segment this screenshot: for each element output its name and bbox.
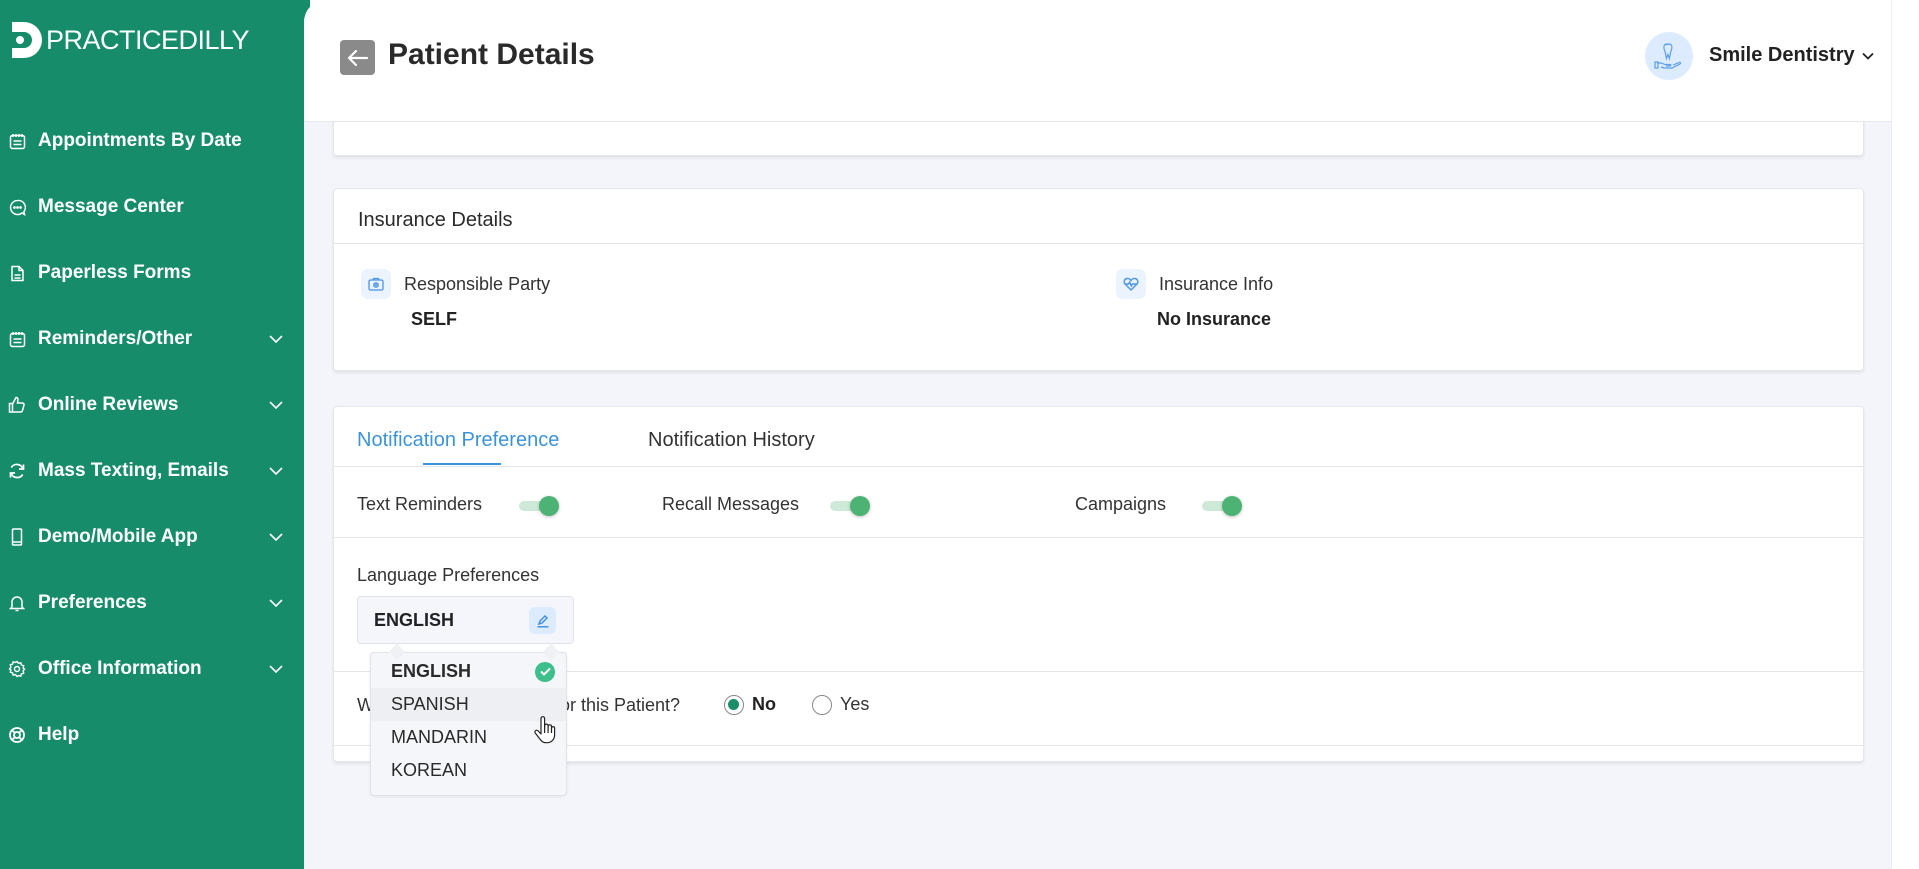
logo-mark-icon [12, 22, 42, 58]
pencil-icon [537, 614, 548, 628]
text-reminders-toggle[interactable] [519, 495, 561, 517]
avatar[interactable] [1645, 32, 1693, 80]
chevron-down-icon[interactable] [268, 661, 284, 677]
edit-language-button[interactable] [529, 607, 556, 634]
sidebar-item-label: Message Center [38, 196, 184, 217]
toggle-knob [850, 496, 870, 516]
lifebuoy-icon [8, 726, 26, 744]
chevron-down-icon[interactable] [268, 595, 284, 611]
radio-yes[interactable]: Yes [812, 694, 869, 715]
sidebar-item-office-information[interactable]: Office Information [0, 649, 304, 689]
sidebar-item-paperless-forms[interactable]: Paperless Forms [0, 253, 304, 293]
logo-text: PRACTICEDILLY [46, 24, 250, 55]
sidebar-item-demo-mobile-app[interactable]: Demo/Mobile App [0, 517, 304, 557]
sidebar-item-online-reviews[interactable]: Online Reviews [0, 385, 304, 425]
option-label: ENGLISH [391, 661, 472, 681]
recall-messages-toggle[interactable] [830, 495, 872, 517]
practicedilly-logo[interactable]: PRACTICEDILLY [10, 18, 250, 62]
chevron-down-icon[interactable] [268, 529, 284, 545]
back-button[interactable] [340, 40, 375, 75]
tooth-in-hand-icon [1654, 43, 1682, 69]
document-icon [8, 264, 26, 282]
sidebar-item-label: Office Information [38, 658, 202, 679]
chevron-down-icon[interactable] [268, 463, 284, 479]
insurance-details-title: Insurance Details [358, 209, 513, 231]
sidebar-item-message-center[interactable]: Message Center [0, 187, 304, 227]
toggle-knob [1222, 496, 1242, 516]
language-option-english[interactable]: ENGLISH [371, 655, 566, 688]
radio-circle[interactable] [812, 694, 832, 715]
radio-yes-label: Yes [840, 694, 870, 714]
calendar-icon [8, 330, 26, 348]
recall-messages-label: Recall Messages [662, 494, 800, 514]
sidebar: PRACTICEDILLY Appointments By Date Messa… [0, 0, 310, 869]
active-tab-indicator [423, 463, 501, 465]
sidebar-item-appointments-by-date[interactable]: Appointments By Date [0, 121, 304, 161]
campaigns-toggle[interactable] [1202, 495, 1244, 517]
insurance-info-value: No Insurance [1157, 309, 1272, 329]
sidebar-item-reminders-other[interactable]: Reminders/Other [0, 319, 304, 359]
responsible-party-label: Responsible Party [404, 274, 551, 294]
insurance-info-label: Insurance Info [1159, 274, 1274, 294]
text-reminders-label: Text Reminders [357, 494, 483, 514]
chevron-down-icon[interactable] [268, 397, 284, 413]
page-title: Patient Details [388, 38, 595, 71]
thumbs-up-icon [8, 396, 26, 414]
sidebar-item-label: Help [38, 724, 80, 745]
sidebar-item-label: Appointments By Date [38, 130, 242, 151]
check-circle-icon [535, 661, 555, 682]
sidebar-item-label: Preferences [38, 592, 147, 613]
calendar-icon [8, 132, 26, 150]
heart-pulse-icon [1116, 269, 1146, 299]
mobile-icon [8, 528, 26, 546]
tab-notification-preference[interactable]: Notification Preference [357, 429, 559, 452]
gear-icon [8, 660, 26, 678]
insurance-details-card: Insurance Details Responsible Party SELF… [333, 188, 1864, 371]
radio-no[interactable]: No [724, 694, 776, 715]
radio-circle-checked[interactable] [724, 694, 744, 715]
divider [334, 466, 1863, 467]
language-select[interactable]: ENGLISH [357, 596, 574, 644]
practice-selector[interactable]: Smile Dentistry [1709, 44, 1875, 67]
language-preferences-label: Language Preferences [357, 565, 540, 585]
sidebar-item-label: Mass Texting, Emails [38, 460, 229, 481]
campaigns-label: Campaigns [1075, 494, 1167, 514]
responsible-party-value: SELF [411, 309, 458, 329]
option-label: SPANISH [391, 694, 469, 714]
medical-kit-icon [361, 269, 391, 299]
language-selected-value: ENGLISH [374, 610, 455, 630]
question-suffix: or this Patient? [560, 695, 681, 715]
option-label: KOREAN [391, 760, 468, 780]
arrow-left-icon [347, 49, 368, 66]
language-option-korean[interactable]: KOREAN [371, 754, 566, 787]
option-label: MANDARIN [391, 727, 488, 747]
chevron-down-icon [1861, 52, 1874, 60]
sidebar-item-label: Reminders/Other [38, 328, 193, 349]
sidebar-item-preferences[interactable]: Preferences [0, 583, 304, 623]
refresh-icon [8, 462, 26, 480]
divider [334, 243, 1863, 244]
sidebar-item-help[interactable]: Help [0, 715, 304, 755]
practice-name: Smile Dentistry [1709, 44, 1855, 66]
toggle-knob [539, 496, 559, 516]
page-header: Patient Details Smile Dentistry [304, 0, 1891, 122]
tab-notification-history[interactable]: Notification History [648, 429, 815, 452]
radio-no-label: No [752, 694, 776, 714]
hand-pointer-cursor-icon [534, 716, 556, 744]
bell-icon [8, 594, 26, 612]
sidebar-item-label: Paperless Forms [38, 262, 192, 283]
chat-icon [8, 198, 26, 216]
chevron-down-icon[interactable] [268, 331, 284, 347]
sidebar-item-label: Demo/Mobile App [38, 526, 198, 547]
sidebar-item-mass-texting-emails[interactable]: Mass Texting, Emails [0, 451, 304, 491]
divider [334, 537, 1863, 538]
sidebar-item-label: Online Reviews [38, 394, 179, 415]
window-edge [1891, 0, 1919, 869]
